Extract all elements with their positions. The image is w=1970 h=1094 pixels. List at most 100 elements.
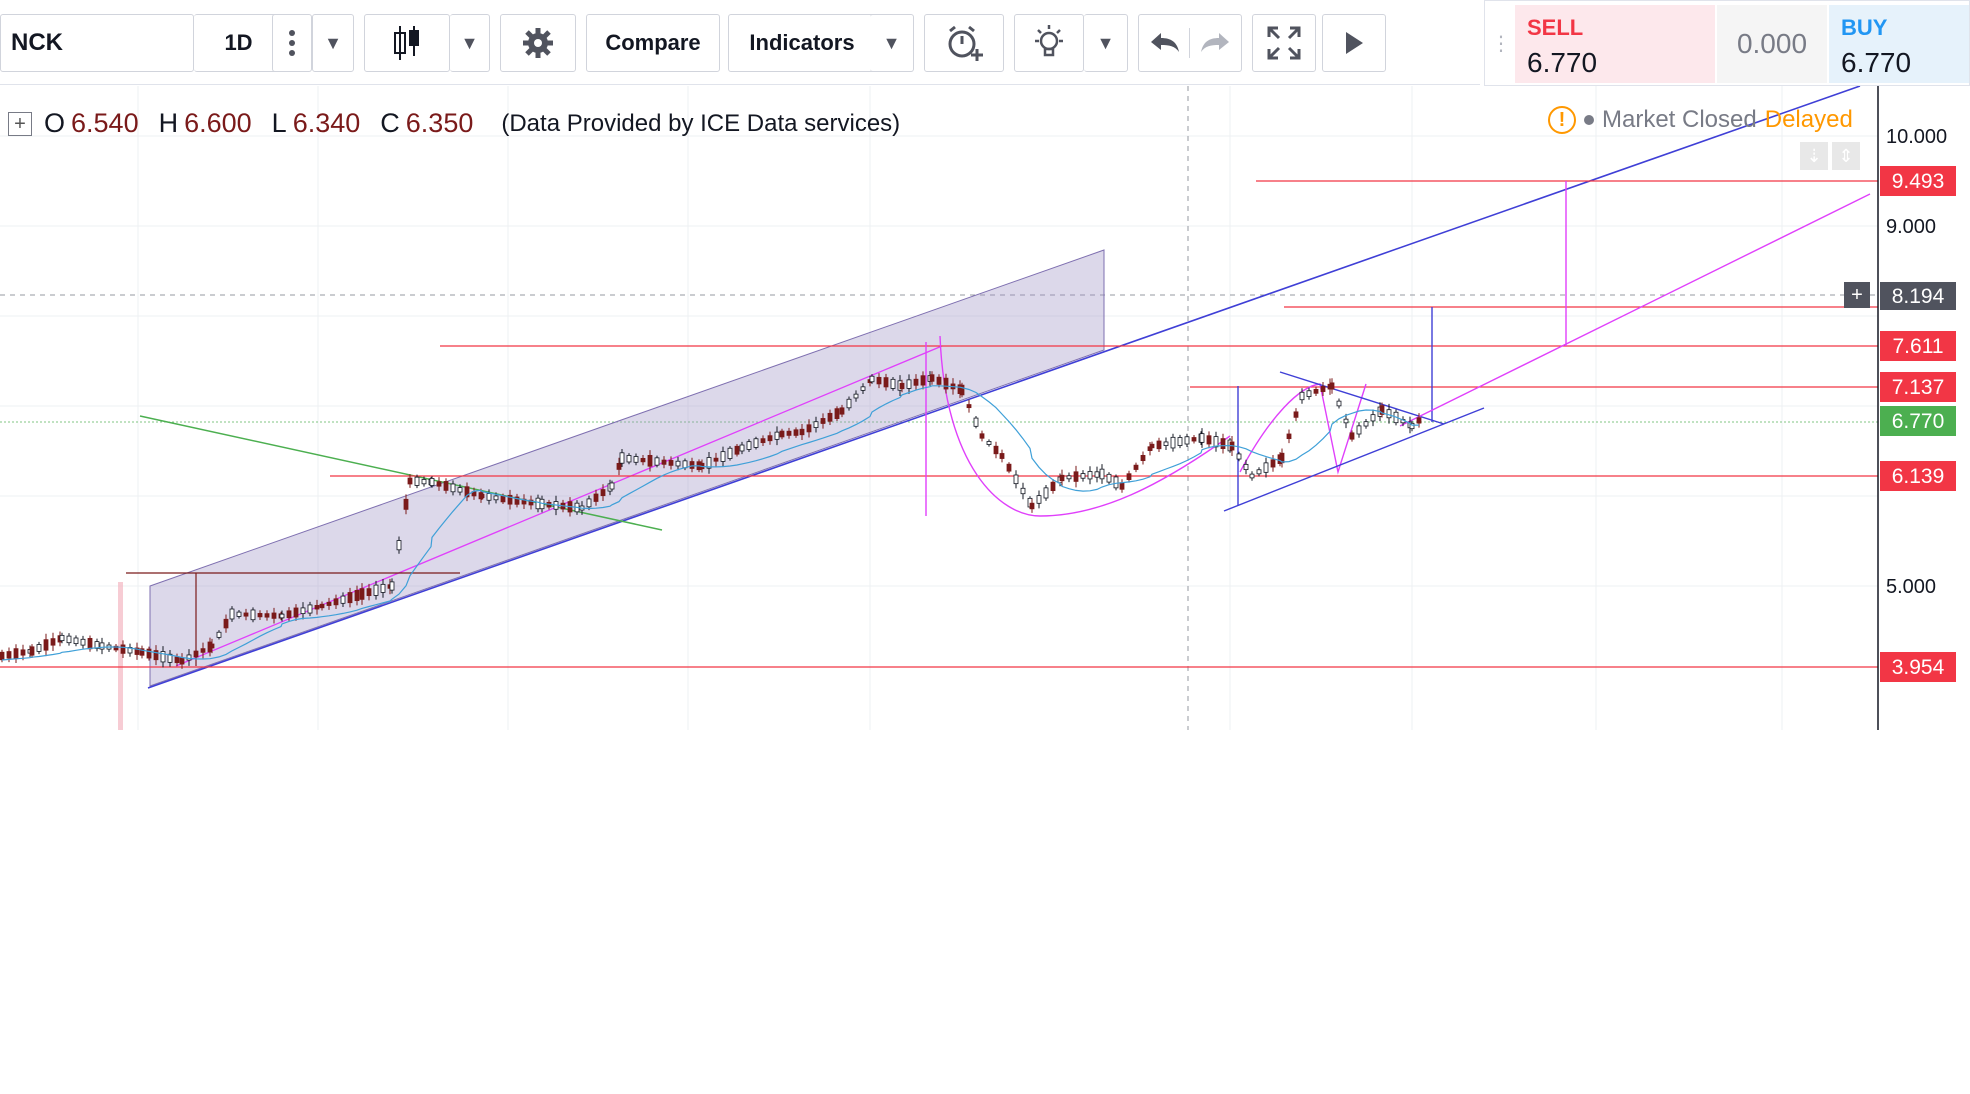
candle-body — [1073, 471, 1079, 482]
chart-style-button[interactable] — [364, 14, 450, 72]
candle-body — [1256, 469, 1262, 475]
arrow-updown-icon[interactable]: ⇕ — [1832, 142, 1860, 170]
candle-body — [839, 407, 845, 415]
expand-plus-icon[interactable]: + — [8, 111, 32, 136]
alert-button[interactable] — [924, 14, 1004, 72]
candle-body — [319, 603, 325, 609]
candle-body — [1220, 438, 1226, 449]
candle-body — [0, 651, 5, 661]
price-tag-label: 3.954 — [1892, 656, 1945, 679]
candle-body — [973, 417, 979, 427]
spread-value: 0.000 — [1717, 5, 1827, 83]
candle-body — [827, 412, 833, 422]
fullscreen-button[interactable] — [1252, 14, 1316, 72]
candle-body — [1249, 473, 1255, 479]
candle-body — [633, 456, 639, 463]
candle-body — [1099, 468, 1105, 480]
price-tag-label: 7.137 — [1892, 376, 1945, 399]
compare-button[interactable]: Compare — [586, 14, 720, 72]
settings-button[interactable] — [500, 14, 576, 72]
play-icon — [1346, 32, 1363, 54]
candle-body — [20, 649, 26, 656]
warning-icon[interactable]: ! — [1548, 106, 1576, 134]
candle-body — [860, 386, 866, 391]
trade-panel: ⋮⋮ SELL 6.770 0.000 BUY 6.770 — [1484, 0, 1970, 86]
candle-body — [959, 384, 965, 396]
candle-body — [403, 498, 409, 510]
candle-body — [734, 445, 740, 455]
candle-body — [250, 609, 256, 621]
candle-body — [223, 618, 229, 629]
candle-body — [1059, 474, 1065, 482]
candle-body — [80, 638, 86, 646]
interval-button[interactable]: 1D — [194, 14, 284, 72]
price-axis[interactable]: 10.000 9.000 5.000 — [1886, 126, 1947, 598]
indicators-button[interactable]: Indicators — [728, 14, 876, 72]
price-tag: 7.137 — [1880, 372, 1956, 402]
candle-body — [793, 429, 799, 436]
price-chart[interactable]: 10.000 9.000 5.000 + 9.493 8.194 7.611 7… — [0, 86, 1970, 826]
candle-body — [806, 424, 812, 433]
candle-body — [1306, 390, 1312, 397]
ideas-dropdown[interactable]: ▼ — [1084, 14, 1128, 72]
candle-body — [720, 451, 726, 462]
market-closed-label: Market Closed — [1602, 106, 1757, 133]
candle-body — [853, 393, 859, 399]
candles-icon — [394, 26, 419, 60]
candle-body — [43, 639, 49, 651]
candle-body — [535, 497, 541, 510]
axis-tick: 5.000 — [1886, 576, 1936, 598]
undo-icon[interactable] — [1151, 33, 1179, 52]
candle-body — [779, 430, 785, 438]
sell-button[interactable]: SELL 6.770 — [1515, 5, 1715, 83]
arrow-down-icon[interactable]: ⇣ — [1800, 142, 1828, 170]
candle-body — [999, 453, 1005, 459]
symbol-search[interactable]: NCK — [0, 14, 194, 72]
candle-body — [347, 592, 353, 604]
candle-body — [619, 452, 625, 464]
candle-body — [1013, 474, 1019, 485]
candle-body — [209, 643, 215, 649]
low-key: L — [271, 108, 287, 138]
candle-body — [87, 637, 93, 650]
candle-body — [326, 601, 332, 606]
candle-body — [647, 454, 653, 467]
delayed-label: Delayed — [1764, 106, 1853, 133]
candle-body — [186, 654, 192, 661]
candle-body — [1036, 495, 1042, 504]
candle-body — [50, 638, 56, 646]
candle-body — [1336, 400, 1342, 407]
indicators-dropdown[interactable]: ▼ — [870, 14, 914, 72]
price-tag: 3.954 — [1880, 652, 1956, 682]
sell-label: SELL — [1527, 15, 1584, 40]
candle-body — [293, 607, 299, 618]
candle-body — [333, 598, 339, 606]
candle-body — [774, 431, 780, 440]
candle-body — [668, 460, 674, 466]
candle-body — [1370, 414, 1376, 422]
candle-body — [1106, 473, 1112, 483]
price-tag: 6.770 — [1880, 406, 1956, 436]
candle-body — [993, 445, 999, 455]
close-value: 6.350 — [405, 108, 474, 138]
candle-body — [986, 441, 992, 445]
candle-body — [869, 375, 875, 383]
replay-button[interactable] — [1322, 14, 1386, 72]
candle-body — [1020, 487, 1026, 495]
chart-style-dropdown[interactable]: ▼ — [450, 14, 490, 72]
ideas-button[interactable] — [1014, 14, 1084, 72]
sell-price: 6.770 — [1527, 47, 1598, 78]
candle-body — [966, 404, 972, 409]
interval-dropdown-button[interactable]: ▼ — [312, 14, 354, 72]
candle-body — [396, 540, 402, 551]
more-vert-icon[interactable] — [272, 14, 312, 72]
candle-body — [906, 379, 912, 389]
candle-body — [760, 438, 766, 444]
candle-body — [500, 495, 506, 503]
candle-body — [1343, 418, 1349, 424]
top-toolbar: NCK 1D ▼ ▼ Compare Indicators ▼ ▼ — [0, 0, 1480, 85]
buy-button[interactable]: BUY 6.770 — [1829, 5, 1969, 83]
dots-glyph — [289, 30, 295, 56]
redo-icon[interactable] — [1201, 33, 1229, 52]
caret-down-icon: ▼ — [1096, 32, 1115, 53]
